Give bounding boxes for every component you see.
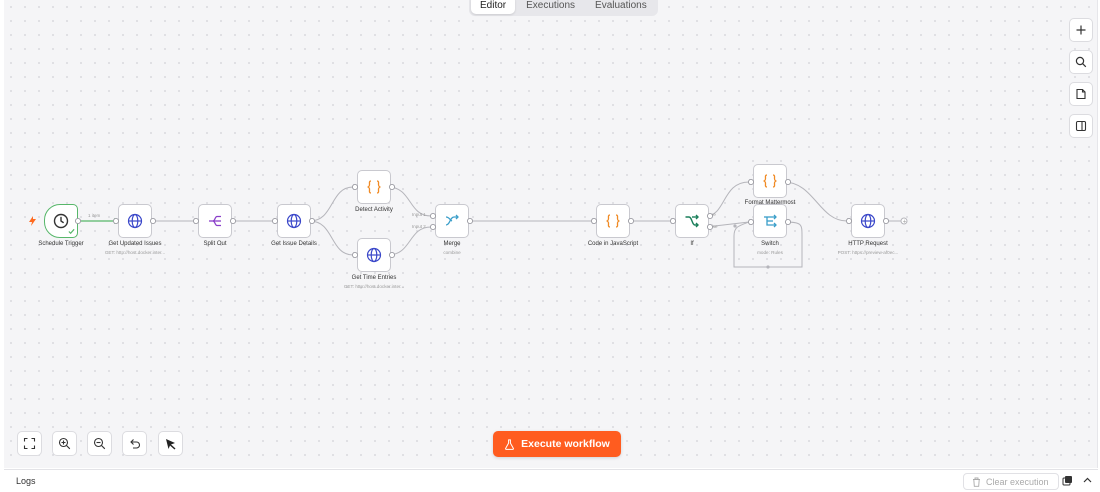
node-sub-get-updated-issues: GET: http://host.docker.inter... <box>104 250 166 255</box>
pop-out-icon[interactable] <box>1062 475 1073 486</box>
svg-text:+: + <box>903 219 907 225</box>
edge-false-label: false <box>708 224 718 229</box>
success-check-icon <box>68 228 75 235</box>
undo-button[interactable] <box>122 431 147 456</box>
fit-view-button[interactable] <box>17 431 42 456</box>
tab-evaluations[interactable]: Evaluations <box>586 0 656 14</box>
toggle-panel-button[interactable] <box>1069 114 1093 138</box>
search-icon <box>1075 56 1087 68</box>
tab-editor[interactable]: Editor <box>471 0 516 14</box>
node-label-merge: Merge <box>443 241 461 247</box>
globe-icon <box>366 247 382 263</box>
node-get-time-entries[interactable] <box>357 238 391 272</box>
trigger-bolt-icon <box>29 216 36 226</box>
plus-icon <box>1076 25 1086 35</box>
code-braces-icon <box>606 214 620 228</box>
node-detect-activity[interactable] <box>357 170 391 204</box>
tidy-up-button[interactable] <box>158 431 183 456</box>
fit-view-icon <box>23 437 36 450</box>
add-node-button[interactable] <box>1069 18 1093 42</box>
view-tabs: Editor Executions Evaluations <box>469 0 658 16</box>
flask-icon <box>505 438 515 450</box>
node-get-updated-issues[interactable] <box>118 204 152 238</box>
edge-item-count: 1 item <box>88 213 101 218</box>
node-label-get-time-entries: Get Time Entries <box>351 275 397 281</box>
switch-icon <box>764 214 777 228</box>
workflow-canvas[interactable]: + 1 item Input 1 Input 2 true false Sche… <box>4 0 1098 468</box>
node-label-http-request: HTTP Request <box>848 241 888 247</box>
code-braces-icon <box>367 180 381 194</box>
node-format-mattermost[interactable] <box>753 164 787 198</box>
add-sticky-note-button[interactable] <box>1069 82 1093 106</box>
node-sub-get-time-entries: GET: http://host.docker.inter... <box>343 284 405 289</box>
node-split-out[interactable] <box>198 204 232 238</box>
zoom-out-button[interactable] <box>87 431 112 456</box>
execute-workflow-button[interactable]: Execute workflow <box>493 431 621 457</box>
node-schedule-trigger[interactable] <box>44 204 78 238</box>
node-get-issue-details[interactable] <box>277 204 311 238</box>
node-if[interactable] <box>675 204 709 238</box>
globe-icon <box>860 213 876 229</box>
search-nodes-button[interactable] <box>1069 50 1093 74</box>
logs-bar[interactable]: Logs Clear execution <box>4 469 1098 492</box>
edge-input2-label: Input 2 <box>412 224 426 229</box>
zoom-out-icon <box>93 437 106 450</box>
sticky-note-icon <box>1076 88 1086 100</box>
if-icon <box>685 214 699 228</box>
edge-details-detect <box>309 186 354 222</box>
edge-details-time <box>309 220 354 256</box>
node-merge[interactable] <box>435 204 469 238</box>
node-sub-switch: mode: Rules <box>757 250 783 255</box>
node-switch[interactable] <box>753 204 787 238</box>
globe-icon <box>127 213 143 229</box>
logs-title: Logs <box>16 476 36 486</box>
node-label-detect-activity: Detect Activity <box>355 207 393 213</box>
node-label-get-issue-details: Get Issue Details <box>271 241 317 247</box>
trash-icon <box>973 477 980 487</box>
connections-layer: + <box>78 179 908 269</box>
zoom-in-button[interactable] <box>52 431 77 456</box>
node-code-in-javascript[interactable] <box>596 204 630 238</box>
undo-icon <box>130 439 141 449</box>
node-sub-http-request: POST: https://preview-af0ec... <box>837 250 899 255</box>
clear-execution-label: Clear execution <box>986 476 1049 487</box>
tidy-up-icon <box>166 439 176 450</box>
globe-icon <box>286 213 302 229</box>
zoom-in-icon <box>58 437 71 450</box>
edge-true-label: true <box>708 212 716 217</box>
node-http-request[interactable] <box>851 204 885 238</box>
clock-icon <box>53 213 69 229</box>
clear-execution-button[interactable]: Clear execution <box>963 473 1059 490</box>
node-sub-merge: combine <box>443 250 461 255</box>
merge-icon <box>445 214 459 226</box>
chevron-up-icon[interactable] <box>1082 475 1093 486</box>
code-braces-icon <box>763 174 777 188</box>
split-icon <box>209 215 221 227</box>
node-label-switch: Switch <box>761 241 779 247</box>
tab-executions[interactable]: Executions <box>517 0 584 14</box>
edge-if-format <box>705 181 750 217</box>
execute-workflow-label: Execute workflow <box>521 438 610 450</box>
panel-toggle-icon <box>1075 120 1087 132</box>
